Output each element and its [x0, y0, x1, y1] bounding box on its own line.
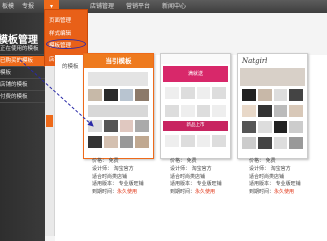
card-preview-banner	[88, 72, 148, 86]
card-expire-label: 到期时间：	[249, 189, 275, 196]
sidebar-item-1[interactable]: 正在使用的模板	[0, 44, 45, 55]
card-preview-thumbs	[88, 89, 149, 101]
card-3-thumbs-3	[242, 121, 303, 133]
card-2-banner: 满就送	[163, 66, 228, 82]
card-designer: 设计师： 淘宝官方	[92, 165, 134, 172]
card-3-logo: Natgirl	[242, 57, 268, 65]
sidebar-item-4[interactable]: 店铺的模板	[0, 80, 45, 91]
collapse-handle[interactable]	[46, 115, 53, 127]
sidebar: 模板管理 正在使用的模板 已购买的模板 模板 店铺的模板 付费的模板	[0, 13, 45, 241]
card-price: 价格： 免费	[249, 158, 276, 164]
app-title: 板模	[2, 3, 15, 10]
card-3-info: 价格： 免费 设计师： 淘宝官方 适合时尚类店铺 适用版本： 专业版旺铺 到期时…	[249, 158, 301, 197]
card-designer: 设计师： 淘宝官方	[249, 165, 291, 172]
card-3-thumbs	[242, 89, 303, 101]
card-expire-value: 永久使用	[117, 189, 138, 196]
card-designer: 设计师： 淘宝官方	[170, 165, 212, 172]
card-3-thumbs-4	[242, 137, 303, 149]
sidebar-item-3[interactable]: 模板	[0, 68, 45, 79]
card-preview-thumbs-3	[88, 136, 149, 148]
card-2-thumbs	[165, 87, 226, 99]
breadcrumb: 的模板	[62, 64, 79, 70]
template-card-3[interactable]: Natgirl	[237, 53, 308, 159]
sidebar-item-active[interactable]: 已购买的模板	[0, 56, 45, 67]
dropdown-item-style-edit[interactable]: 样式编辑	[49, 29, 71, 37]
sidebar-item-5[interactable]: 付费的模板	[0, 92, 45, 103]
card-3-banner	[240, 68, 305, 86]
card-2-thumbs-2	[165, 105, 226, 117]
nav-item-store[interactable]: 店铺管理	[90, 0, 114, 13]
card-2-topbar	[161, 54, 230, 64]
card-2-thumbs-3	[165, 135, 226, 147]
highlight-circle	[46, 39, 86, 49]
template-card-1[interactable]: 当引模板	[83, 53, 154, 159]
card-3-thumbs-2	[242, 105, 303, 117]
template-card-2[interactable]: 满就送 新品上市	[160, 53, 231, 159]
card-1-info: 价格： 免费 设计师： 淘宝官方 适合时尚类店铺 适用版本： 专业版旺铺 到期时…	[92, 158, 144, 197]
nav-item-1[interactable]: 专报	[22, 0, 34, 13]
dropdown-item-page-manage[interactable]: 页面管理	[49, 16, 71, 24]
card-preview-thumbs-2	[88, 120, 149, 132]
card-preview-row	[88, 105, 148, 117]
card-expire-label: 到期时间：	[92, 189, 118, 196]
card-header: 当引模板	[84, 54, 153, 68]
card-expire-label: 到期时间：	[170, 189, 196, 196]
card-2-info: 价格： 免费 设计师： 淘宝官方 适合时尚类店铺 适用版本： 专业版旺铺 到期时…	[170, 158, 222, 197]
card-price: 价格： 免费	[92, 158, 119, 164]
nav-item-news[interactable]: 新闻中心	[162, 0, 186, 13]
card-expire-value: 永久使用	[274, 189, 295, 196]
card-price: 价格： 免费	[170, 158, 197, 164]
collapse-strip[interactable]	[45, 66, 55, 236]
card-expire-value: 永久使用	[195, 189, 216, 196]
nav-item-marketing[interactable]: 营销平台	[126, 0, 150, 13]
card-2-promo: 新品上市	[163, 121, 228, 131]
